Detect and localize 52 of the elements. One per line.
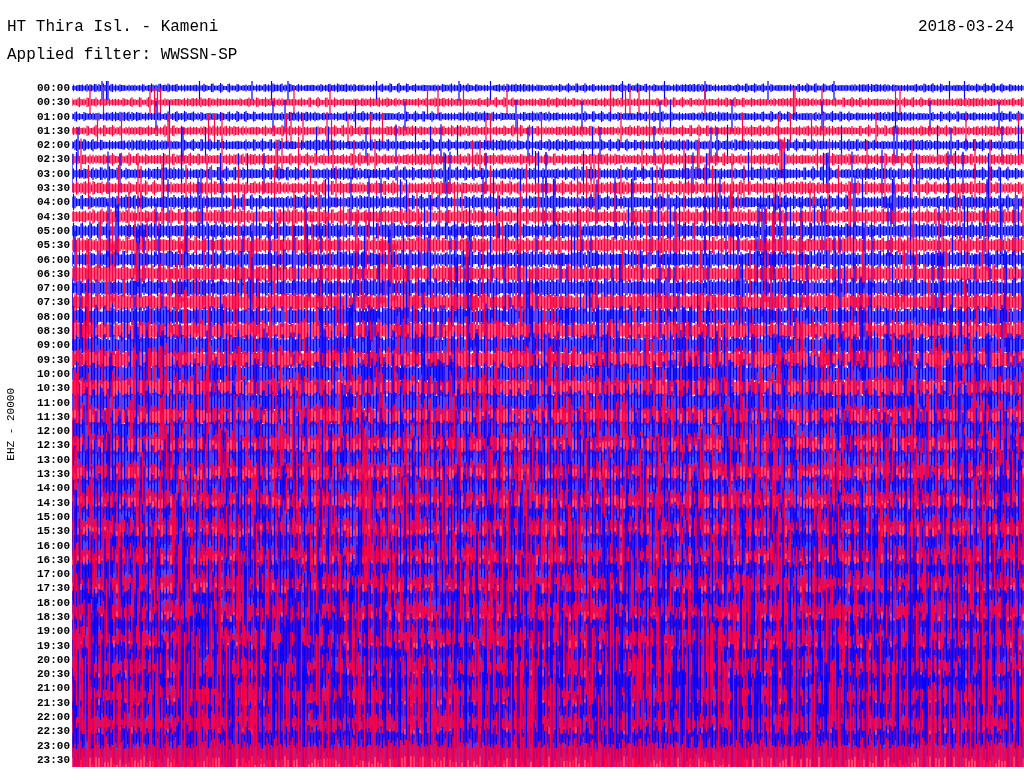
time-label: 07:00 [37, 281, 70, 296]
time-label: 15:30 [37, 524, 70, 539]
time-label: 01:30 [37, 123, 70, 139]
time-label: 17:00 [37, 567, 70, 582]
time-label: 08:00 [37, 309, 70, 325]
time-label: 09:30 [37, 352, 70, 367]
time-label: 22:30 [37, 724, 70, 739]
time-label: 07:30 [37, 295, 70, 310]
time-label: 06:30 [37, 266, 70, 282]
time-label: 12:30 [37, 438, 70, 453]
time-label: 00:30 [37, 95, 70, 110]
time-label: 22:00 [37, 710, 70, 725]
time-label: 23:30 [37, 752, 70, 768]
time-label: 03:30 [37, 181, 70, 196]
time-label: 10:30 [37, 381, 70, 396]
time-label: 19:30 [37, 638, 70, 653]
time-label: 13:30 [37, 467, 70, 482]
station-title: HT Thira Isl. - Kameni [7, 18, 219, 36]
time-label: 01:00 [37, 109, 70, 124]
time-label: 00:00 [37, 81, 70, 96]
time-label: 04:30 [37, 209, 70, 224]
time-label: 19:00 [37, 624, 70, 639]
channel-label: EHZ - 20000 [5, 387, 17, 461]
time-label: 09:00 [37, 338, 70, 353]
filter-label: Applied filter: WWSSN-SP [7, 46, 238, 64]
time-label: 21:30 [37, 695, 70, 711]
time-label: 04:00 [37, 195, 70, 210]
time-label: 05:30 [37, 238, 70, 253]
time-label: 02:30 [37, 152, 70, 167]
time-label: 10:00 [37, 366, 70, 382]
time-label: 11:30 [37, 409, 70, 425]
time-label: 02:00 [37, 138, 70, 153]
time-label: 06:00 [37, 252, 70, 267]
time-label: 05:00 [37, 223, 70, 239]
time-label: 20:30 [37, 667, 70, 682]
time-label: 18:00 [37, 595, 70, 610]
time-label: 03:00 [37, 166, 70, 182]
time-label: 13:00 [37, 452, 70, 467]
time-label: 15:00 [37, 509, 70, 525]
time-label: 11:00 [37, 395, 70, 410]
time-label: 12:00 [37, 424, 70, 439]
time-label: 14:00 [37, 481, 70, 496]
time-label: 21:00 [37, 681, 70, 696]
time-label: 08:30 [37, 324, 70, 339]
time-label: 16:30 [37, 552, 70, 568]
time-label: 16:00 [37, 538, 70, 553]
time-label: 18:30 [37, 610, 70, 625]
date-label: 2018-03-24 [918, 18, 1014, 36]
time-label: 14:30 [37, 495, 70, 510]
time-label: 17:30 [37, 581, 70, 596]
time-label: 20:00 [37, 652, 70, 668]
time-label: 23:00 [37, 738, 70, 753]
